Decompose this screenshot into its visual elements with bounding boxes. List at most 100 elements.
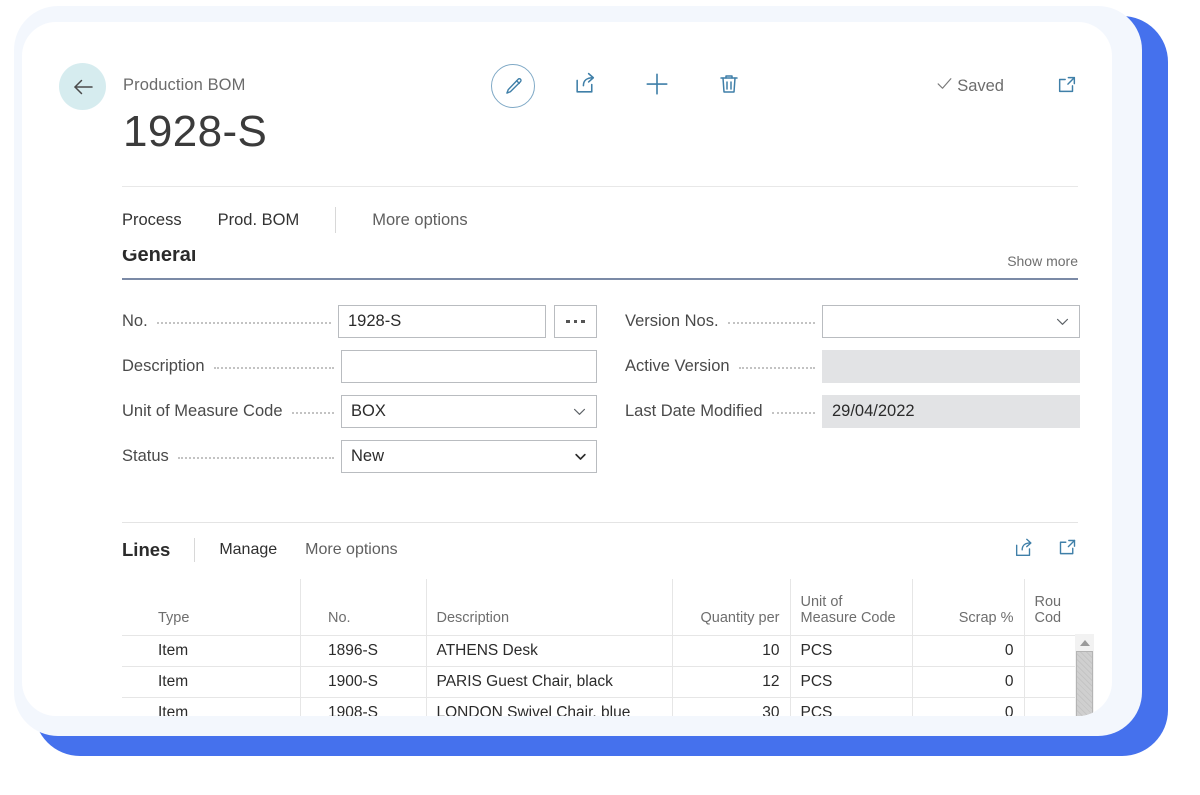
leader-dots bbox=[291, 405, 334, 414]
col-header-description[interactable]: Description bbox=[426, 579, 673, 635]
description-field[interactable] bbox=[341, 350, 597, 383]
no-assist-edit-button[interactable] bbox=[554, 305, 597, 338]
cell-unit-of-measure-code[interactable]: PCS bbox=[790, 665, 913, 697]
lines-divider-vertical bbox=[194, 538, 196, 562]
field-row-status: Status New bbox=[122, 440, 597, 473]
field-label-description: Description bbox=[122, 357, 205, 375]
table-row[interactable]: Item 1908-S LONDON Swivel Chair, blue 30… bbox=[122, 696, 1094, 716]
lines-divider bbox=[122, 522, 1078, 523]
field-label-unit-of-measure-code: Unit of Measure Code bbox=[122, 402, 283, 420]
expand-icon bbox=[1057, 539, 1078, 562]
cell-quantity-per[interactable]: 30 bbox=[672, 696, 791, 716]
leader-dots bbox=[727, 315, 815, 324]
saved-label: Saved bbox=[957, 76, 1004, 95]
cell-quantity-per[interactable]: 10 bbox=[672, 634, 791, 666]
no-field[interactable]: 1928-S bbox=[338, 305, 546, 338]
col-header-type[interactable]: Type bbox=[148, 579, 301, 635]
field-label-active-version: Active Version bbox=[625, 357, 730, 375]
cell-description[interactable]: LONDON Swivel Chair, blue bbox=[426, 696, 673, 716]
new-button[interactable] bbox=[621, 62, 693, 110]
col-header-scrap-pct[interactable]: Scrap % bbox=[912, 579, 1025, 635]
row-indicator bbox=[122, 696, 148, 716]
tab-process[interactable]: Process bbox=[122, 211, 182, 230]
chevron-down-icon bbox=[571, 403, 588, 420]
cell-quantity-per[interactable]: 12 bbox=[672, 665, 791, 697]
cell-no[interactable]: 1908-S bbox=[318, 696, 427, 716]
pencil-icon bbox=[491, 64, 535, 108]
lines-vertical-scrollbar[interactable] bbox=[1075, 634, 1094, 716]
open-in-new-window-button[interactable] bbox=[1056, 74, 1078, 101]
edit-button[interactable] bbox=[477, 62, 549, 110]
lines-section-header: Lines Manage More options bbox=[122, 534, 1078, 566]
field-row-version-nos: Version Nos. bbox=[625, 305, 1080, 338]
cell-type[interactable]: Item bbox=[148, 665, 301, 697]
cell-description[interactable]: PARIS Guest Chair, black bbox=[426, 665, 673, 697]
delete-button[interactable] bbox=[693, 62, 765, 110]
col-header-quantity-per[interactable]: Quantity per bbox=[672, 579, 791, 635]
col-indicator-2 bbox=[300, 579, 318, 635]
field-row-description: Description bbox=[122, 350, 597, 383]
unit-of-measure-code-value: BOX bbox=[351, 402, 386, 420]
leader-dots bbox=[177, 450, 334, 459]
back-button[interactable] bbox=[59, 63, 106, 110]
cell-description[interactable]: ATHENS Desk bbox=[426, 634, 673, 666]
page-header: Production BOM 1928-S Saved bbox=[22, 22, 1112, 154]
show-more-link[interactable]: Show more bbox=[1007, 253, 1078, 269]
col-header-routing-link-code[interactable]: Rou Cod bbox=[1024, 579, 1094, 635]
open-in-new-window-icon bbox=[1056, 76, 1078, 100]
action-tab-row: Process Prod. BOM More options bbox=[122, 202, 504, 238]
version-nos-dropdown[interactable] bbox=[822, 305, 1080, 338]
general-section-header: General Show more bbox=[122, 250, 1078, 274]
cell-unit-of-measure-code[interactable]: PCS bbox=[790, 634, 913, 666]
share-icon bbox=[573, 71, 598, 101]
field-label-no: No. bbox=[122, 312, 148, 330]
col-header-unit-of-measure-code[interactable]: Unit of Measure Code bbox=[790, 579, 913, 635]
chevron-down-icon bbox=[573, 449, 588, 464]
unit-of-measure-code-dropdown[interactable]: BOX bbox=[341, 395, 597, 428]
scroll-up-arrow-icon[interactable] bbox=[1075, 634, 1094, 651]
app-content: Production BOM 1928-S Saved Process Prod… bbox=[22, 22, 1112, 716]
lines-share-button[interactable] bbox=[1013, 537, 1035, 564]
table-body: Item 1896-S ATHENS Desk 10 PCS 0 Item 19… bbox=[122, 634, 1094, 716]
cell-no[interactable]: 1900-S bbox=[318, 665, 427, 697]
field-label-version-nos: Version Nos. bbox=[625, 312, 719, 330]
status-select[interactable]: New bbox=[341, 440, 597, 473]
tab-divider bbox=[335, 207, 337, 233]
lines-table: Type No. Description Quantity per Unit o… bbox=[122, 579, 1094, 716]
table-row[interactable]: Item 1896-S ATHENS Desk 10 PCS 0 bbox=[122, 634, 1094, 666]
tab-prod-bom[interactable]: Prod. BOM bbox=[218, 211, 300, 230]
checkmark-icon bbox=[935, 74, 954, 98]
cell-scrap-pct[interactable]: 0 bbox=[912, 634, 1025, 666]
page-title: 1928-S bbox=[123, 107, 268, 156]
row-indicator-2 bbox=[300, 696, 318, 716]
lines-manage-tab[interactable]: Manage bbox=[219, 541, 277, 559]
share-icon bbox=[1013, 538, 1035, 563]
cell-scrap-pct[interactable]: 0 bbox=[912, 665, 1025, 697]
app-card: Production BOM 1928-S Saved Process Prod… bbox=[22, 22, 1112, 716]
status-badge: Saved bbox=[935, 74, 1004, 98]
plus-icon bbox=[644, 71, 670, 102]
tab-more-options[interactable]: More options bbox=[372, 211, 467, 230]
table-row[interactable]: Item 1900-S PARIS Guest Chair, black 12 … bbox=[122, 665, 1094, 697]
chevron-down-icon bbox=[1054, 313, 1071, 330]
status-value: New bbox=[351, 447, 385, 465]
row-indicator bbox=[122, 665, 148, 697]
lines-more-options-tab[interactable]: More options bbox=[305, 541, 398, 559]
cell-type[interactable]: Item bbox=[148, 696, 301, 716]
field-row-no: No. 1928-S bbox=[122, 305, 597, 338]
cell-unit-of-measure-code[interactable]: PCS bbox=[790, 696, 913, 716]
table-header-row: Type No. Description Quantity per Unit o… bbox=[122, 579, 1094, 635]
lines-title: Lines bbox=[122, 539, 171, 560]
lines-expand-button[interactable] bbox=[1057, 537, 1078, 563]
cell-no[interactable]: 1896-S bbox=[318, 634, 427, 666]
breadcrumb[interactable]: Production BOM bbox=[123, 76, 245, 95]
field-label-last-date-modified: Last Date Modified bbox=[625, 402, 763, 420]
cell-type[interactable]: Item bbox=[148, 634, 301, 666]
col-header-no[interactable]: No. bbox=[318, 579, 427, 635]
back-arrow-icon bbox=[72, 78, 94, 96]
share-button[interactable] bbox=[549, 62, 621, 110]
scrollbar-thumb[interactable] bbox=[1076, 651, 1093, 716]
lines-grid[interactable]: Type No. Description Quantity per Unit o… bbox=[122, 579, 1094, 716]
header-divider bbox=[122, 186, 1078, 187]
cell-scrap-pct[interactable]: 0 bbox=[912, 696, 1025, 716]
